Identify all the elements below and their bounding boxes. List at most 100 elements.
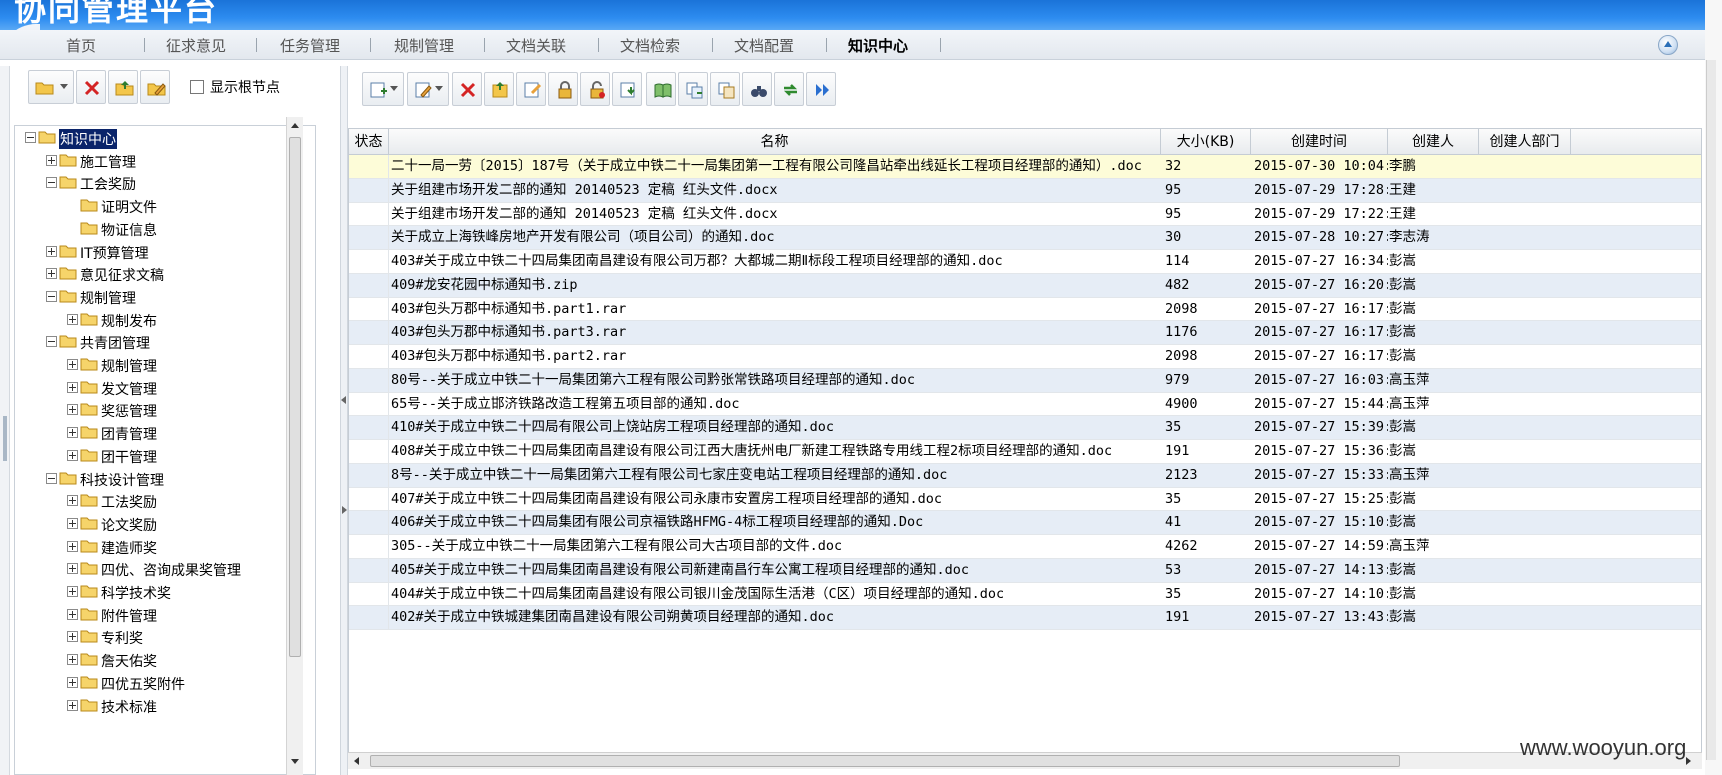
column-header-time[interactable]: 创建时间 [1251, 129, 1388, 155]
expand-right-icon[interactable] [342, 506, 347, 514]
page-scrollbar[interactable] [1706, 60, 1716, 760]
tree-node[interactable]: 工法奖励 [15, 490, 295, 512]
tree-node-label[interactable]: 论文奖励 [101, 515, 157, 535]
tree-node-label[interactable]: 意见征求文稿 [80, 265, 164, 285]
nav-tab[interactable]: 规制管理 [394, 35, 454, 55]
tree-node-label[interactable]: 四优、咨询成果奖管理 [101, 560, 241, 580]
tree-node-label[interactable]: IT预算管理 [80, 243, 149, 263]
tree-node-label[interactable]: 技术标准 [101, 697, 157, 717]
expand-icon[interactable] [67, 699, 78, 711]
nav-tab[interactable]: 任务管理 [280, 35, 340, 55]
expand-icon[interactable] [67, 586, 78, 597]
tree-node-label[interactable]: 物证信息 [101, 220, 157, 240]
expand-icon[interactable] [46, 154, 57, 166]
left-collapse-bar[interactable] [0, 66, 10, 775]
tree-node-label[interactable]: 四优五奖附件 [101, 674, 185, 694]
scroll-top-icon[interactable] [1658, 35, 1678, 55]
table-row[interactable]: 关于成立上海铁峰房地产开发有限公司（项目公司）的通知.doc 30 2015-07-… [349, 226, 1701, 250]
tree-node[interactable]: 建造师奖 [15, 536, 295, 558]
expand-icon[interactable] [67, 631, 78, 643]
scroll-right-icon[interactable] [1686, 757, 1691, 765]
expand-icon[interactable] [67, 381, 78, 393]
tree-scroll-thumb[interactable] [289, 137, 301, 657]
nav-tab[interactable]: 首页 [66, 35, 96, 55]
expand-icon[interactable] [67, 676, 78, 688]
expand-icon[interactable] [67, 517, 78, 529]
forward-button[interactable] [806, 72, 836, 106]
collapse-icon[interactable] [46, 177, 57, 189]
tree-scrollbar[interactable] [286, 117, 303, 775]
expand-icon[interactable] [67, 404, 78, 416]
table-row[interactable]: 关于组建市场开发二部的通知 20140523 定稿 红头文件.docx 95 201… [349, 178, 1701, 203]
tree-node-label[interactable]: 科技设计管理 [80, 470, 164, 490]
table-row[interactable]: 80号--关于成立中铁二十一局集团第六工程有限公司黔张常铁路项目经理部的通知.d… [349, 368, 1701, 393]
collapse-handle[interactable] [3, 416, 7, 461]
table-row[interactable]: 65号--关于成立邯济铁路改造工程第五项目部的通知.doc 4900 2015-07… [349, 392, 1701, 417]
lock-button[interactable] [548, 72, 578, 106]
table-row[interactable]: 406#关于成立中铁二十四局集团有限公司京福铁路HFMG-4标工程项目经理部的通… [349, 511, 1701, 535]
tree-node[interactable]: 团青管理 [15, 422, 295, 444]
tree-node-label[interactable]: 证明文件 [101, 197, 157, 217]
tree-node[interactable]: 知识中心 [15, 127, 295, 149]
expand-icon[interactable] [46, 268, 57, 280]
share-button[interactable] [710, 72, 740, 106]
column-header-creator[interactable]: 创建人 [1388, 129, 1479, 155]
nav-tab[interactable]: 知识中心 [848, 35, 908, 55]
tree-node[interactable]: 规制管理 [15, 354, 295, 376]
expand-icon[interactable] [67, 359, 78, 370]
tree-node[interactable]: 四优五奖附件 [15, 672, 295, 694]
tree-node-label[interactable]: 团干管理 [101, 447, 157, 467]
unlock-button[interactable] [580, 72, 610, 106]
show-root-checkbox[interactable] [190, 80, 204, 94]
table-row[interactable]: 8号--关于成立中铁二十一局集团第六工程有限公司七家庄变电站工程项目经理部的通知… [349, 463, 1701, 488]
table-row[interactable]: 二十一局一劳〔2015〕187号（关于成立中铁二十一局集团第一工程有限公司隆昌站… [349, 155, 1701, 179]
collapse-icon[interactable] [46, 290, 57, 302]
tree-node[interactable]: IT预算管理 [15, 241, 295, 263]
tree-node-label[interactable]: 附件管理 [101, 606, 157, 626]
tree-node[interactable]: 规制发布 [15, 309, 295, 331]
nav-tab[interactable]: 文档配置 [734, 35, 794, 55]
tree-node[interactable]: 施工管理 [15, 150, 295, 172]
table-row[interactable]: 403#包头万郡中标通知书.part3.rar 1176 2015-07-27 16… [349, 321, 1701, 345]
nav-tab[interactable]: 征求意见 [166, 35, 226, 55]
tree-node-label[interactable]: 施工管理 [80, 152, 136, 172]
tree-node-label[interactable]: 科学技术奖 [101, 583, 171, 603]
panel-splitter[interactable] [340, 66, 348, 775]
tree-node[interactable]: 共青团管理 [15, 331, 295, 353]
tree-node-label[interactable]: 规制发布 [101, 311, 157, 331]
expand-icon[interactable] [67, 313, 78, 325]
folder-edit-button[interactable] [140, 70, 170, 104]
tree-node-label[interactable]: 建造师奖 [101, 538, 157, 558]
tree-node-label[interactable]: 工会奖励 [80, 174, 136, 194]
copy-button[interactable] [678, 72, 708, 106]
tree-node[interactable]: 发文管理 [15, 377, 295, 399]
collapse-icon[interactable] [46, 472, 57, 484]
collapse-icon[interactable] [46, 336, 57, 348]
collapse-icon[interactable] [25, 132, 36, 143]
expand-icon[interactable] [67, 563, 78, 575]
table-row[interactable]: 405#关于成立中铁二十四局集团南昌建设有限公司新建南昌行车公寓工程项目经理部的… [349, 558, 1701, 583]
expand-icon[interactable] [67, 427, 78, 439]
move-document-button[interactable] [484, 72, 514, 106]
edit-document-button[interactable] [407, 72, 449, 106]
tree-node[interactable]: 工会奖励 [15, 172, 295, 194]
tree-node[interactable]: 附件管理 [15, 604, 295, 626]
column-header-dept[interactable]: 创建人部门 [1479, 129, 1571, 155]
tree-node-label[interactable]: 知识中心 [59, 129, 117, 149]
tree-node[interactable]: 团干管理 [15, 445, 295, 467]
delete-node-button[interactable] [76, 70, 106, 104]
tree-node[interactable]: 论文奖励 [15, 513, 295, 535]
tree-node[interactable]: 意见征求文稿 [15, 263, 295, 285]
tree-node-label[interactable]: 发文管理 [101, 379, 157, 399]
table-row[interactable]: 403#包头万郡中标通知书.part1.rar 2098 2015-07-27 16… [349, 297, 1701, 322]
search-button[interactable] [742, 72, 772, 106]
scroll-left-icon[interactable] [354, 757, 359, 765]
tree-node[interactable]: 科学技术奖 [15, 581, 295, 603]
tree-node[interactable]: 四优、咨询成果奖管理 [15, 558, 295, 580]
table-row[interactable]: 409#龙安花园中标通知书.zip 482 2015-07-27 16:20:25彭… [349, 273, 1701, 298]
tree-node[interactable]: 专利奖 [15, 626, 295, 648]
expand-icon[interactable] [46, 245, 57, 257]
tree-node-label[interactable]: 规制管理 [101, 356, 157, 376]
expand-icon[interactable] [67, 495, 78, 507]
tree-node-label[interactable]: 奖惩管理 [101, 401, 157, 421]
